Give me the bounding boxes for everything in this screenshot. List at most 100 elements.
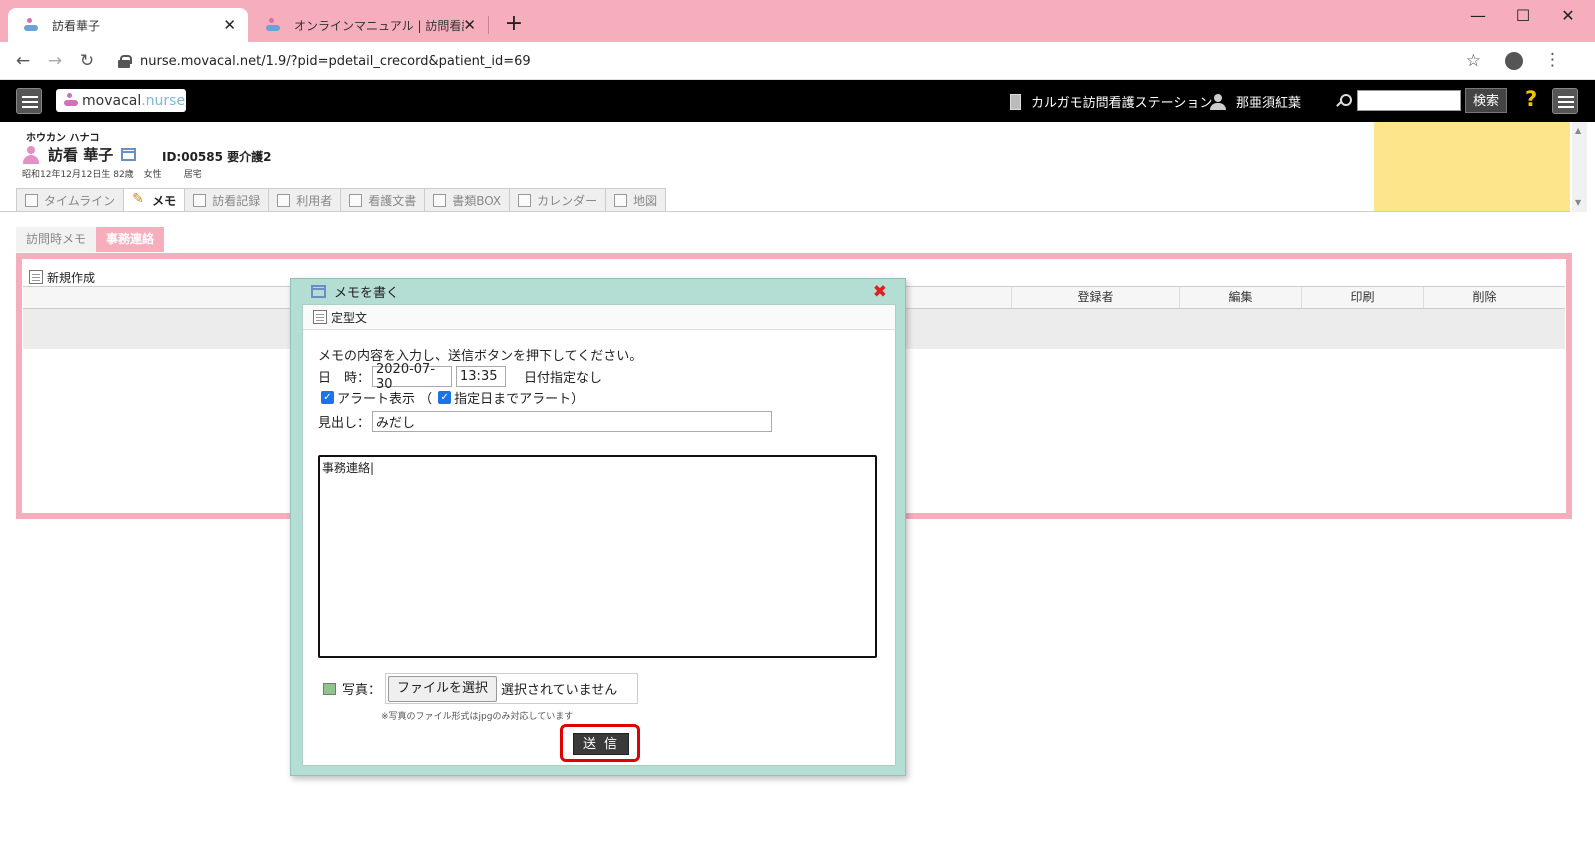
- alert-until-checkbox[interactable]: ✓: [438, 391, 452, 404]
- photo-row: 写真： ファイルを選択 選択されていません: [323, 673, 639, 704]
- address-bar: ← → ↻ nurse.movacal.net/1.9/?pid=pdetail…: [0, 42, 1595, 80]
- sticky-memo-area: [1374, 122, 1570, 212]
- station-name: カルガモ訪問看護ステーション: [1010, 92, 1212, 111]
- alert-until-label: 指定日までアラート）: [454, 392, 585, 407]
- alert-checkbox[interactable]: ✓: [321, 391, 334, 404]
- notepad-icon: [29, 270, 43, 284]
- search-icon: [1336, 94, 1352, 108]
- dialog-title-text: メモを書く: [334, 286, 400, 301]
- datetime-row: 日 時： 2020-07-30 13:35 日付指定なし: [318, 362, 602, 392]
- patient-birth: 昭和12年12月12日生 82歳: [22, 170, 134, 180]
- back-icon[interactable]: ←: [10, 48, 36, 74]
- patient-person-icon: [22, 145, 40, 164]
- template-button[interactable]: 定型文: [303, 305, 895, 330]
- tab-label: 利用者: [296, 194, 333, 208]
- patient-kana: ホウカン ハナコ: [26, 133, 100, 144]
- heading-input[interactable]: みだし: [372, 411, 773, 432]
- template-label: 定型文: [331, 310, 368, 325]
- browser-tab-active[interactable]: 訪看華子 ✕: [8, 8, 248, 42]
- header-search-input[interactable]: [1357, 90, 1461, 111]
- image-icon: [323, 682, 336, 695]
- send-button[interactable]: 送信: [573, 733, 629, 755]
- tab-close-icon[interactable]: ✕: [463, 16, 476, 34]
- close-icon[interactable]: ✖: [873, 282, 887, 302]
- bookmark-star-icon[interactable]: ☆: [1466, 51, 1481, 71]
- new-tab-button[interactable]: +: [500, 10, 528, 38]
- timeline-icon: [25, 194, 38, 207]
- tab-timeline[interactable]: タイムライン: [16, 188, 125, 212]
- write-memo-dialog: メモを書く ✖ 定型文 メモの内容を入力し、送信ボタンを押下してください。 日 …: [290, 278, 906, 776]
- map-icon: [614, 194, 628, 207]
- instruction-text: メモの内容を入力し、送信ボタンを押下してください。: [318, 349, 643, 364]
- user-name: 那亜須紅葉: [1210, 92, 1301, 111]
- notepad-icon: [313, 310, 327, 324]
- tab-user-info[interactable]: 利用者: [268, 188, 342, 212]
- movacal-favicon-icon: [24, 18, 38, 32]
- minimize-button[interactable]: —: [1455, 4, 1501, 28]
- date-unset-link[interactable]: 日付指定なし: [524, 367, 602, 386]
- memo-subtabs: 訪問時メモ 事務連絡: [16, 227, 165, 252]
- tab-document-box[interactable]: 書類BOX: [424, 188, 511, 212]
- account-icon[interactable]: [1505, 52, 1523, 70]
- tab-map[interactable]: 地図: [605, 188, 667, 212]
- browser-menu-icon[interactable]: ⋮: [1544, 50, 1561, 70]
- file-status: 選択されていません: [501, 683, 618, 698]
- scroll-down-icon[interactable]: ▼: [1575, 198, 1581, 207]
- tab-label: 訪看記録: [212, 194, 261, 208]
- patient-name: 訪看 華子: [22, 144, 137, 165]
- building-icon: [1010, 93, 1021, 110]
- record-icon: [193, 194, 207, 207]
- photo-format-note: ※写真のファイル形式はjpgのみ対応しています: [381, 712, 574, 722]
- dialog-title: メモを書く: [311, 282, 399, 301]
- patient-gender: 女性: [143, 170, 162, 180]
- date-input[interactable]: 2020-07-30: [372, 362, 453, 392]
- user-icon: [1210, 93, 1226, 110]
- memo-body-textarea[interactable]: 事務連絡|: [318, 455, 877, 658]
- tab-calendar[interactable]: カレンダー: [509, 188, 607, 212]
- patient-id-care: ID:00585 要介護2: [162, 150, 272, 164]
- tab-visit-record[interactable]: 訪看記録: [184, 188, 270, 212]
- tab-nursing-docs[interactable]: 看護文書: [340, 188, 426, 212]
- alert-label: アラート表示 （: [337, 392, 433, 407]
- tab-memo[interactable]: メモ: [123, 188, 186, 212]
- heading-row: 見出し： みだし: [318, 411, 773, 432]
- url-field[interactable]: nurse.movacal.net/1.9/?pid=pdetail_creco…: [110, 47, 1510, 75]
- logo-sub: .nurse: [141, 92, 186, 109]
- user-label: 那亜須紅葉: [1236, 96, 1302, 111]
- memo-scrollbar[interactable]: ▲ ▼: [1572, 122, 1587, 212]
- time-input[interactable]: 13:35: [456, 366, 507, 387]
- right-menu-icon[interactable]: [1552, 88, 1578, 114]
- tab-label: 地図: [633, 194, 658, 208]
- choose-file-button[interactable]: ファイルを選択: [388, 675, 498, 702]
- close-window-button[interactable]: ✕: [1545, 4, 1591, 28]
- header-search-button[interactable]: 検索: [1465, 88, 1507, 113]
- browser-tab-manual[interactable]: オンラインマニュアル | 訪問看護対応 ✕: [250, 8, 488, 42]
- calendar-icon: [518, 194, 532, 207]
- reload-icon[interactable]: ↻: [74, 48, 100, 74]
- col-print: 印刷: [1301, 287, 1423, 308]
- scroll-up-icon[interactable]: ▲: [1575, 126, 1581, 135]
- patient-name-text: 訪看 華子: [48, 146, 114, 164]
- station-label: カルガモ訪問看護ステーション: [1031, 96, 1213, 111]
- help-icon[interactable]: ?: [1525, 87, 1537, 111]
- heading-label: 見出し：: [318, 416, 371, 431]
- tab-close-icon[interactable]: ✕: [223, 16, 236, 34]
- patient-tabs: タイムライン メモ 訪看記録 利用者 看護文書 書類BOX カレンダー 地図: [16, 188, 667, 212]
- patient-details: 昭和12年12月12日生 82歳 女性 居宅: [22, 167, 202, 180]
- movacal-logo[interactable]: movacal .nurse: [56, 89, 186, 112]
- subtab-office-contact[interactable]: 事務連絡: [96, 227, 165, 252]
- tab-label: 看護文書: [368, 194, 417, 208]
- open-window-icon[interactable]: [121, 148, 137, 161]
- pencil-icon: [132, 191, 146, 208]
- browser-tabbar: 訪看華子 ✕ オンラインマニュアル | 訪問看護対応 ✕ + — ☐ ✕: [0, 0, 1595, 42]
- box-icon: [433, 194, 447, 207]
- menu-hamburger-icon[interactable]: [16, 88, 42, 114]
- app-header: movacal .nurse カルガモ訪問看護ステーション 那亜須紅葉 検索 ?: [0, 80, 1595, 122]
- forward-icon[interactable]: →: [42, 48, 68, 74]
- pdf-icon: [349, 194, 363, 207]
- tab-label: 書類BOX: [452, 194, 502, 208]
- maximize-button[interactable]: ☐: [1500, 4, 1546, 28]
- logo-icon: [64, 93, 78, 108]
- subtab-visit-memo[interactable]: 訪問時メモ: [16, 227, 97, 252]
- file-input[interactable]: ファイルを選択 選択されていません: [385, 673, 639, 704]
